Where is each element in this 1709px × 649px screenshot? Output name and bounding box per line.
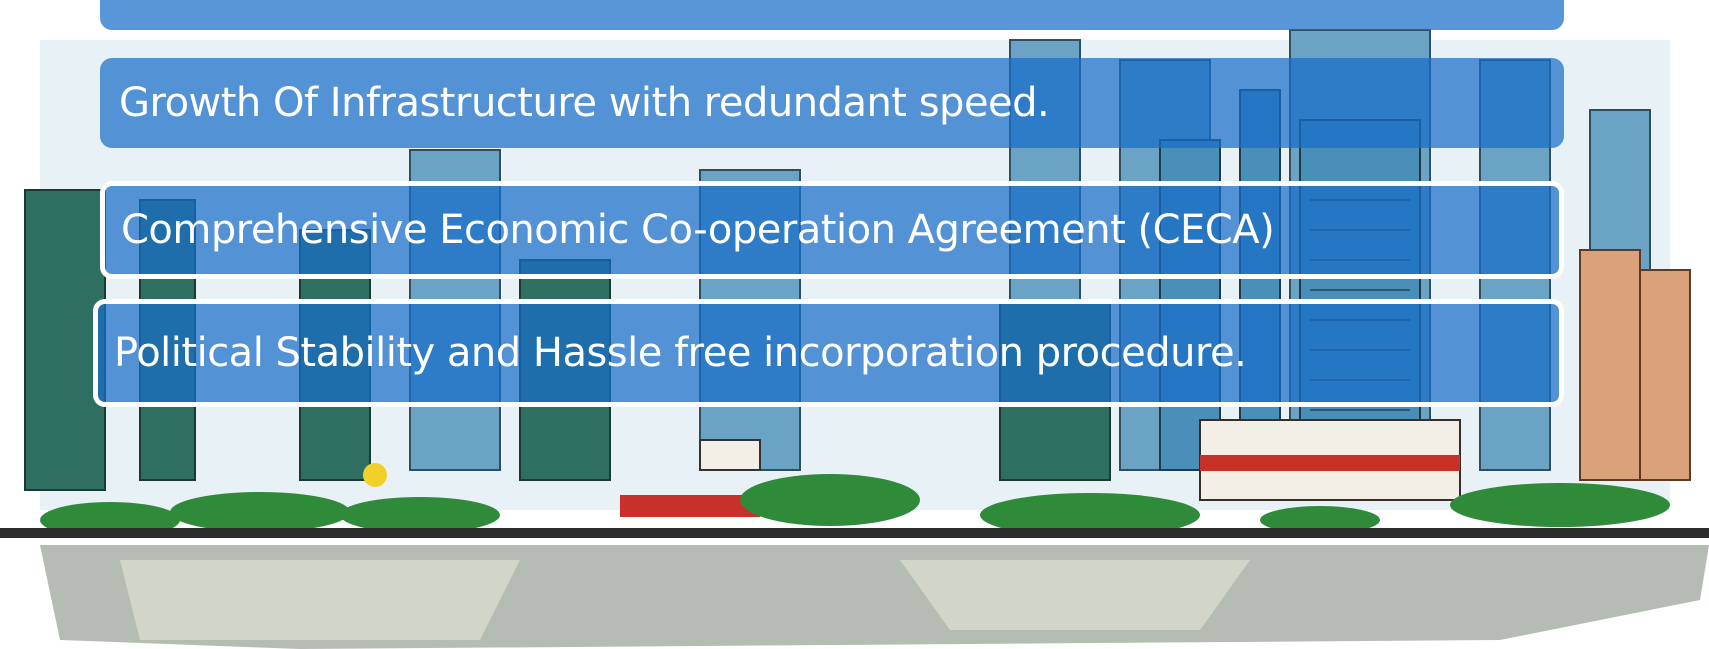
bullet-item-text: Comprehensive Economic Co-operation Agre… (121, 207, 1275, 253)
bullet-item-4: Political Stability and Hassle free inco… (93, 299, 1564, 407)
bullet-item-2: Growth Of Infrastructure with redundant … (100, 58, 1564, 148)
bullet-item-text: Political Stability and Hassle free inco… (114, 330, 1247, 376)
bullet-item-3: Comprehensive Economic Co-operation Agre… (100, 181, 1564, 279)
bullet-item-text: Growth Of Infrastructure with redundant … (119, 80, 1050, 126)
bullet-item-1 (100, 0, 1564, 30)
